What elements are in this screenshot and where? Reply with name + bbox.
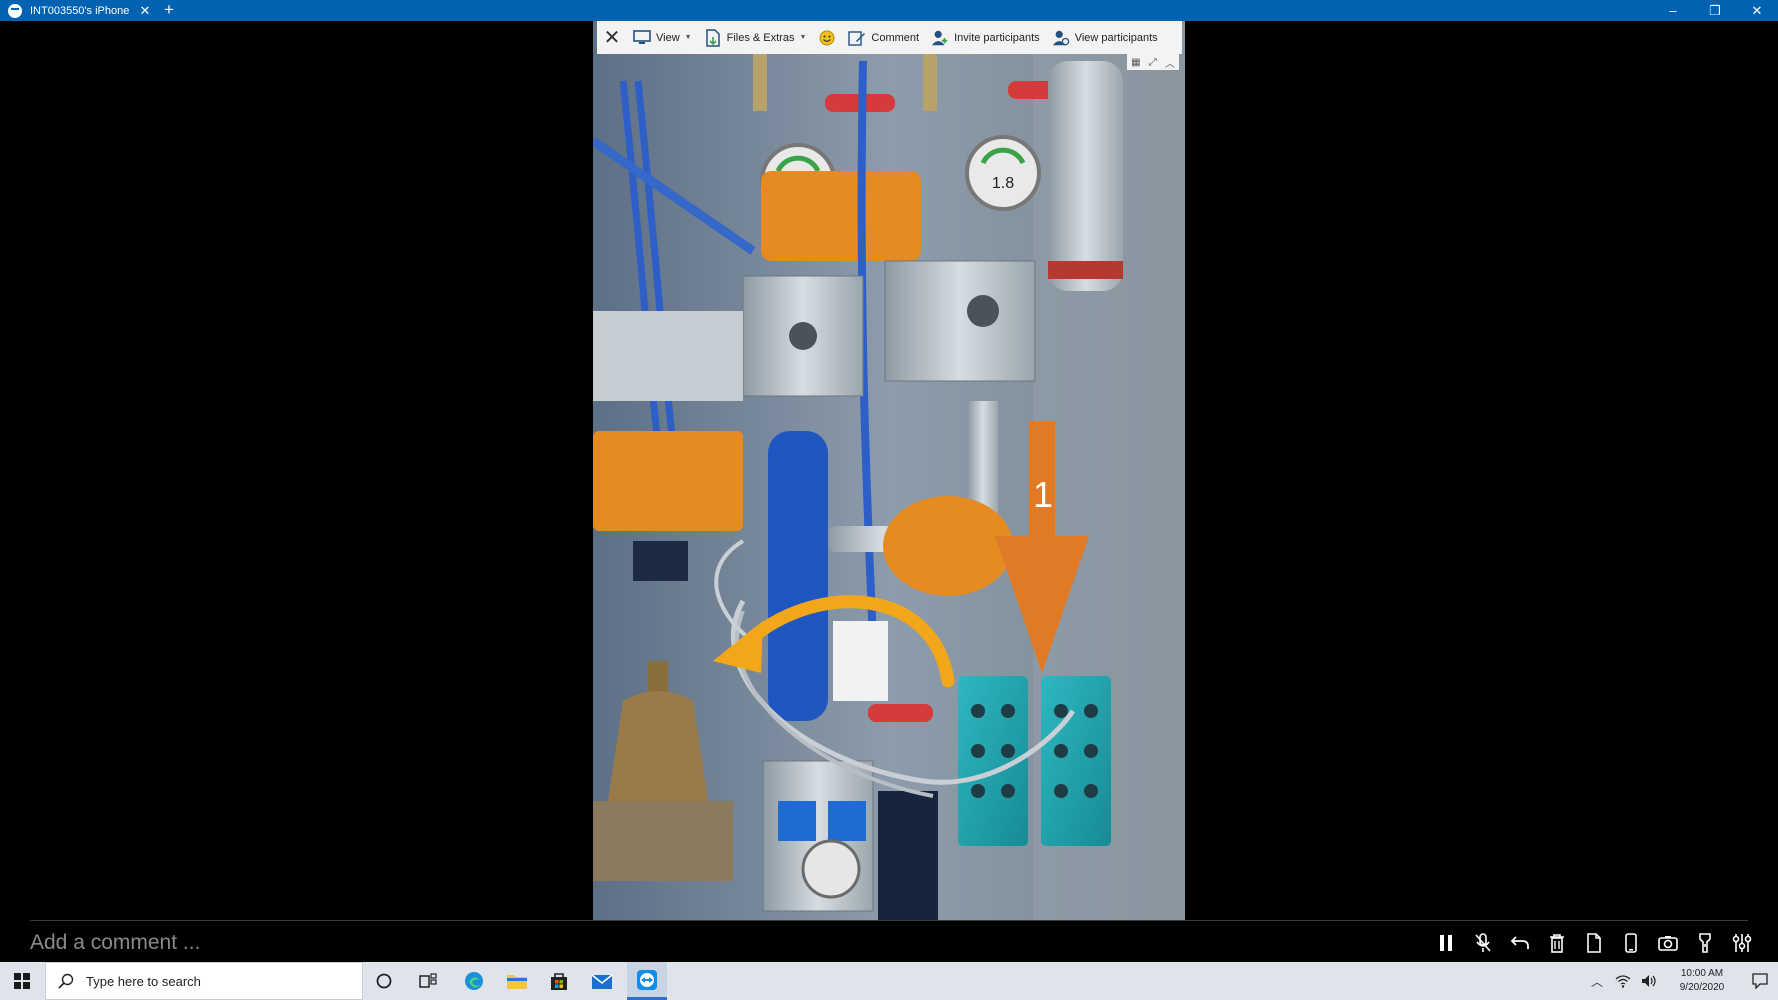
view-menu-button[interactable]: View ▼ — [627, 21, 698, 54]
edge-app-button[interactable] — [454, 962, 494, 1000]
send-file-button[interactable] — [1580, 929, 1608, 957]
close-session-button[interactable]: ✕ — [597, 21, 627, 54]
minimize-button[interactable]: – — [1652, 0, 1694, 21]
fullscreen-icon[interactable]: ⤢ — [1149, 57, 1157, 68]
screenshot-button[interactable] — [1654, 929, 1682, 957]
files-extras-menu-button[interactable]: Files & Extras ▼ — [698, 21, 813, 54]
trash-icon — [1550, 934, 1564, 953]
camera-icon — [1658, 936, 1678, 951]
mail-icon — [591, 974, 613, 989]
delete-button[interactable] — [1543, 929, 1571, 957]
separator — [30, 920, 1748, 921]
invite-participants-button[interactable]: Invite participants — [925, 21, 1046, 54]
monitor-icon — [633, 29, 651, 47]
session-toolbar: ✕ View ▼ Files & Extras ▼ Comment Invite… — [597, 21, 1182, 54]
tab-close-icon[interactable]: ✕ — [138, 3, 152, 19]
action-center-button[interactable] — [1742, 962, 1778, 1000]
restore-button[interactable]: ❐ — [1694, 0, 1736, 21]
flashlight-button[interactable] — [1691, 929, 1719, 957]
teamviewer-logo-icon — [8, 3, 22, 18]
undo-button[interactable] — [1506, 929, 1534, 957]
remote-camera-view[interactable]: 1.8 1.8 — [593, 21, 1185, 921]
windows-logo-icon — [14, 973, 30, 989]
close-window-button[interactable]: ✕ — [1736, 0, 1778, 21]
edge-browser-icon — [465, 972, 483, 990]
clock-time: 10:00 AM — [1680, 968, 1724, 979]
comment-label: Comment — [871, 31, 920, 44]
wifi-icon[interactable] — [1610, 962, 1636, 1000]
files-extras-label: Files & Extras — [726, 31, 795, 44]
flashlight-icon — [1699, 933, 1711, 953]
view-participants-button[interactable]: View participants — [1046, 21, 1164, 54]
show-hidden-icons-chevron-icon[interactable]: ︿ — [1584, 962, 1610, 1000]
svg-text:1.8: 1.8 — [992, 175, 1014, 192]
add-user-icon — [931, 29, 949, 47]
view-controls: ▦ ⤢ ︿ — [1127, 54, 1179, 70]
document-icon — [1587, 933, 1601, 953]
annotation-number-label: 1 — [1033, 474, 1054, 515]
new-tab-button[interactable]: + — [160, 0, 178, 21]
sliders-icon — [1732, 934, 1752, 952]
system-tray: ︿ 10:00 AM 9/20/2020 — [1584, 962, 1778, 1000]
file-transfer-icon — [704, 28, 722, 47]
search-input[interactable] — [86, 973, 336, 989]
volume-icon[interactable] — [1636, 962, 1662, 1000]
pause-button[interactable] — [1432, 929, 1460, 957]
grid-icon[interactable]: ▦ — [1131, 57, 1140, 68]
file-explorer-button[interactable] — [497, 962, 537, 1000]
clock[interactable]: 10:00 AM 9/20/2020 — [1662, 967, 1742, 995]
task-view-button[interactable] — [408, 962, 448, 1000]
search-icon — [58, 973, 74, 989]
windows-taskbar: ︿ 10:00 AM 9/20/2020 — [0, 962, 1778, 1000]
mute-microphone-button[interactable] — [1469, 929, 1497, 957]
teamviewer-icon — [637, 969, 657, 990]
microphone-off-icon — [1475, 933, 1491, 952]
emoji-button[interactable] — [812, 21, 842, 54]
mail-app-button[interactable] — [582, 962, 622, 1000]
window-controls: – ❐ ✕ — [1652, 0, 1778, 21]
view-menu-label: View — [656, 31, 680, 44]
store-app-button[interactable] — [539, 962, 579, 1000]
cortana-circle-icon — [376, 973, 392, 989]
comment-input[interactable] — [30, 930, 630, 956]
view-participants-label: View participants — [1074, 31, 1158, 44]
teamviewer-app-button[interactable] — [627, 962, 667, 1000]
smartphone-icon — [1625, 933, 1637, 953]
taskbar-search[interactable] — [45, 962, 363, 1000]
cortana-button[interactable] — [364, 962, 404, 1000]
chevron-up-icon[interactable]: ︿ — [1165, 55, 1175, 70]
settings-button[interactable] — [1728, 929, 1756, 957]
camera-feed-image: 1.8 1.8 — [593, 21, 1185, 921]
folder-icon — [507, 975, 527, 989]
comment-button[interactable]: Comment — [842, 21, 925, 54]
start-button[interactable] — [0, 962, 44, 1000]
invite-participants-label: Invite participants — [954, 31, 1040, 44]
session-action-bar — [1432, 929, 1756, 957]
task-view-icon — [419, 973, 437, 988]
smiley-icon — [818, 29, 836, 47]
store-bag-icon — [551, 973, 567, 990]
chevron-down-icon: ▼ — [799, 34, 807, 41]
session-tab-label: INT003550's iPhone — [30, 4, 130, 17]
clock-date: 9/20/2020 — [1679, 982, 1725, 993]
pause-icon — [1440, 935, 1452, 951]
participants-icon — [1052, 29, 1070, 47]
comment-pen-icon — [848, 29, 866, 47]
chevron-down-icon: ▼ — [684, 34, 692, 41]
notification-icon — [1752, 973, 1768, 989]
device-button[interactable] — [1617, 929, 1645, 957]
undo-icon — [1510, 936, 1529, 949]
title-bar: INT003550's iPhone ✕ + – ❐ ✕ — [0, 0, 1778, 21]
session-tab[interactable]: INT003550's iPhone ✕ — [8, 0, 152, 21]
